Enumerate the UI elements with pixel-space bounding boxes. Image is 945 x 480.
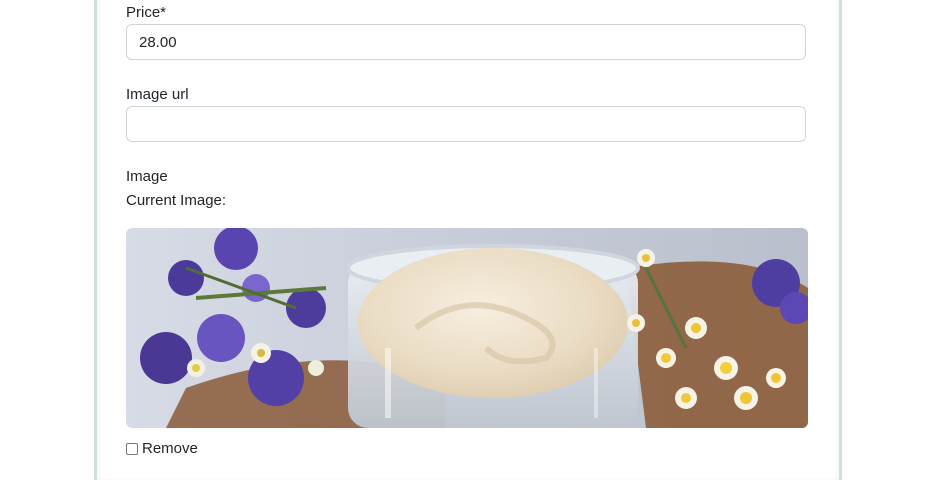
- image-label: Image: [126, 168, 168, 185]
- remove-image-checkbox[interactable]: [126, 442, 138, 455]
- remove-image-label[interactable]: Remove: [142, 440, 198, 457]
- remove-image-row[interactable]: Remove: [126, 440, 198, 457]
- price-label: Price*: [126, 4, 167, 21]
- image-url-input[interactable]: [126, 106, 806, 142]
- image-url-label: Image url: [126, 86, 189, 103]
- cream-jar-photo: [126, 228, 808, 428]
- current-image: [126, 228, 808, 428]
- price-input[interactable]: [126, 24, 806, 60]
- current-image-label: Current Image:: [126, 192, 227, 209]
